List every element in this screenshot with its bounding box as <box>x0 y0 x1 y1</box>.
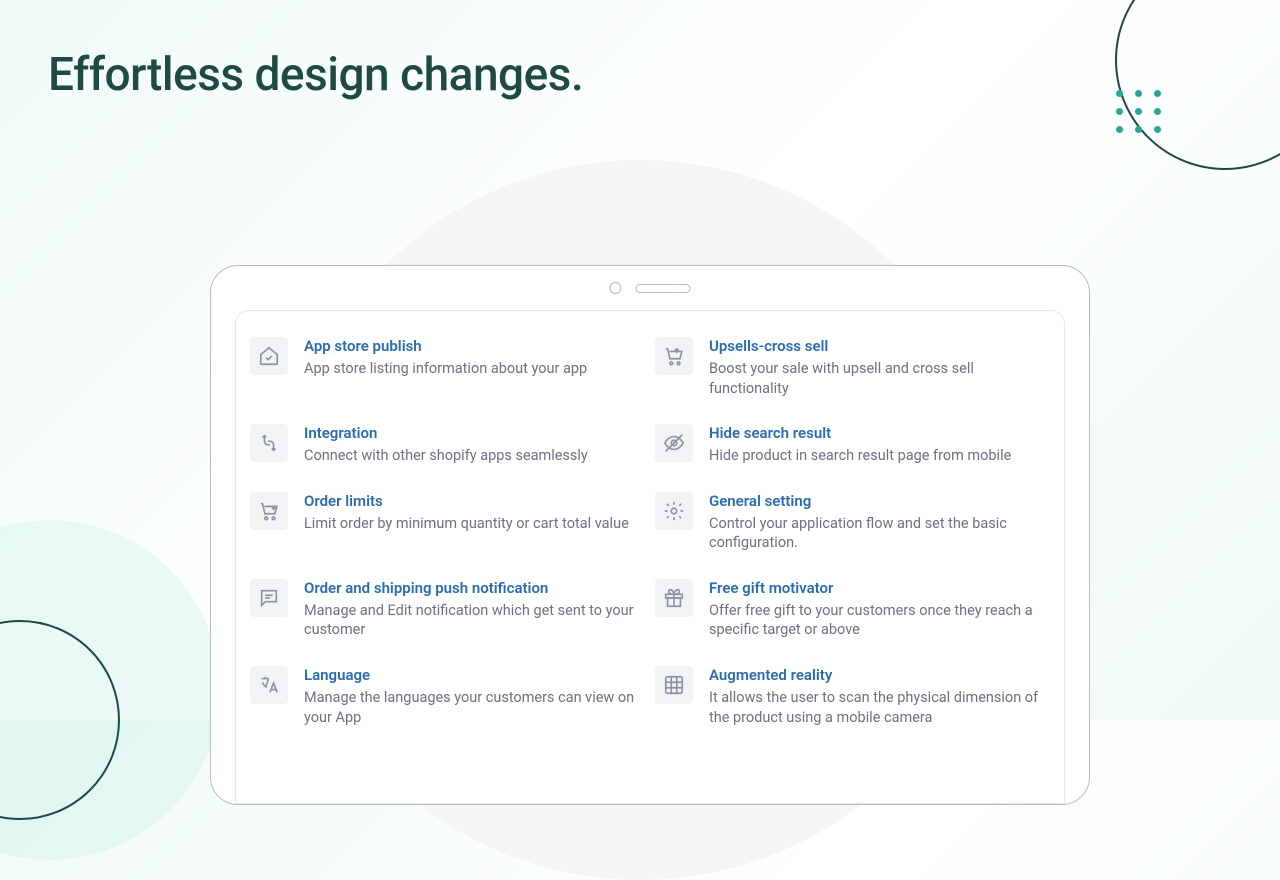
setting-text: General setting Control your application… <box>709 492 1050 553</box>
setting-text: Upsells-cross sell Boost your sale with … <box>709 337 1050 398</box>
setting-item[interactable]: Integration Connect with other shopify a… <box>250 424 645 466</box>
ar-icon <box>655 666 693 704</box>
setting-title: Language <box>304 666 645 684</box>
setting-description: Control your application flow and set th… <box>709 514 1050 553</box>
cart-plus-icon <box>250 492 288 530</box>
setting-title: Augmented reality <box>709 666 1050 684</box>
setting-description: Boost your sale with upsell and cross se… <box>709 359 1050 398</box>
setting-title: Order and shipping push notification <box>304 579 645 597</box>
setting-description: Connect with other shopify apps seamless… <box>304 446 645 466</box>
setting-title: Free gift motivator <box>709 579 1050 597</box>
integration-icon <box>250 424 288 462</box>
message-icon <box>250 579 288 617</box>
setting-description: Manage the languages your customers can … <box>304 688 645 727</box>
gear-icon <box>655 492 693 530</box>
language-icon <box>250 666 288 704</box>
setting-description: App store listing information about your… <box>304 359 645 379</box>
setting-description: Hide product in search result page from … <box>709 446 1050 466</box>
tablet-camera-icon <box>610 282 622 294</box>
setting-item[interactable]: Order and shipping push notification Man… <box>250 579 645 640</box>
setting-item[interactable]: Hide search result Hide product in searc… <box>655 424 1050 466</box>
setting-title: Order limits <box>304 492 645 510</box>
setting-text: Hide search result Hide product in searc… <box>709 424 1050 466</box>
home-icon <box>250 337 288 375</box>
setting-title: Upsells-cross sell <box>709 337 1050 355</box>
decorative-ring-top <box>1115 0 1280 170</box>
setting-text: Free gift motivator Offer free gift to y… <box>709 579 1050 640</box>
setting-description: It allows the user to scan the physical … <box>709 688 1050 727</box>
page-title: Effortless design changes. <box>48 48 583 102</box>
setting-text: App store publish App store listing info… <box>304 337 645 379</box>
cart-up-icon <box>655 337 693 375</box>
gift-icon <box>655 579 693 617</box>
tablet-speaker-area <box>610 282 691 294</box>
setting-item[interactable]: Upsells-cross sell Boost your sale with … <box>655 337 1050 398</box>
eye-off-icon <box>655 424 693 462</box>
setting-item[interactable]: Language Manage the languages your custo… <box>250 666 645 727</box>
setting-item[interactable]: Free gift motivator Offer free gift to y… <box>655 579 1050 640</box>
setting-item[interactable]: General setting Control your application… <box>655 492 1050 553</box>
setting-text: Augmented reality It allows the user to … <box>709 666 1050 727</box>
setting-text: Language Manage the languages your custo… <box>304 666 645 727</box>
decorative-dots <box>1116 90 1162 133</box>
setting-title: Integration <box>304 424 645 442</box>
setting-title: General setting <box>709 492 1050 510</box>
tablet-speaker-icon <box>636 284 691 293</box>
setting-text: Integration Connect with other shopify a… <box>304 424 645 466</box>
setting-text: Order and shipping push notification Man… <box>304 579 645 640</box>
setting-description: Limit order by minimum quantity or cart … <box>304 514 645 534</box>
setting-item[interactable]: Augmented reality It allows the user to … <box>655 666 1050 727</box>
setting-item[interactable]: App store publish App store listing info… <box>250 337 645 398</box>
tablet-frame: App store publish App store listing info… <box>210 265 1090 805</box>
setting-item[interactable]: Order limits Limit order by minimum quan… <box>250 492 645 553</box>
setting-description: Offer free gift to your customers once t… <box>709 601 1050 640</box>
setting-title: App store publish <box>304 337 645 355</box>
setting-text: Order limits Limit order by minimum quan… <box>304 492 645 534</box>
setting-description: Manage and Edit notification which get s… <box>304 601 645 640</box>
setting-title: Hide search result <box>709 424 1050 442</box>
settings-panel: App store publish App store listing info… <box>235 310 1065 804</box>
